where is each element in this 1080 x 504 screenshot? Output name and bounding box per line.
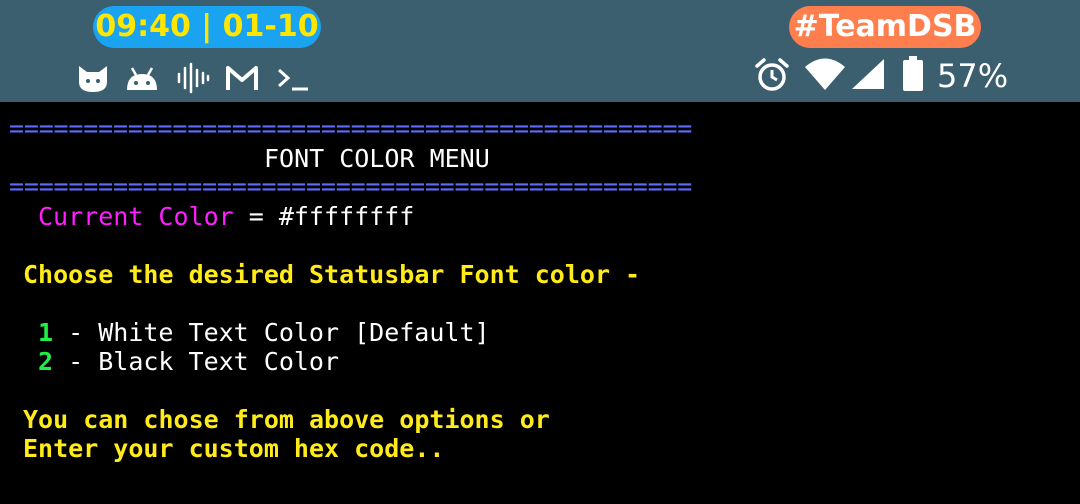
- option-1-number: 1: [38, 318, 54, 347]
- choose-prompt: Choose the desired Statusbar Font color …: [23, 260, 641, 289]
- menu-title: FONT COLOR MENU: [264, 144, 490, 173]
- option-2-text: - Black Text Color: [53, 347, 340, 376]
- separator-bottom: ========================================…: [9, 172, 693, 201]
- current-color-value: #ffffffff: [278, 202, 415, 231]
- status-bar: 09:40 | 01-10 #TeamDSB 57%: [0, 0, 1080, 102]
- cat-face-icon: [79, 66, 107, 92]
- alarm-icon: [755, 58, 789, 91]
- footer-line-1: You can chose from above options or: [23, 405, 550, 434]
- time-date-pill: 09:40 | 01-10: [93, 6, 321, 48]
- current-color-line: Current Color = #ffffffff: [38, 202, 414, 232]
- team-tag-pill: #TeamDSB: [789, 6, 981, 48]
- gmail-icon: [226, 66, 258, 90]
- battery-icon: [903, 56, 923, 91]
- sound-wave-icon: [177, 62, 210, 94]
- wifi-icon: [805, 58, 845, 90]
- terminal-output: ========================================…: [0, 102, 1080, 504]
- option-2[interactable]: 2 - Black Text Color: [38, 347, 339, 377]
- current-color-equals: =: [233, 202, 279, 231]
- option-2-number: 2: [38, 347, 54, 376]
- separator-top: ========================================…: [9, 114, 693, 143]
- current-color-label: Current Color: [38, 202, 234, 231]
- cell-signal-icon: [852, 59, 884, 89]
- footer-line-2: Enter your custom hex code..: [23, 434, 445, 463]
- option-1[interactable]: 1 - White Text Color [Default]: [38, 318, 490, 348]
- option-1-text: - White Text Color [Default]: [53, 318, 490, 347]
- battery-percent: 57%: [937, 57, 1009, 95]
- terminal-prompt-icon: [278, 68, 308, 91]
- android-icon: [127, 67, 157, 90]
